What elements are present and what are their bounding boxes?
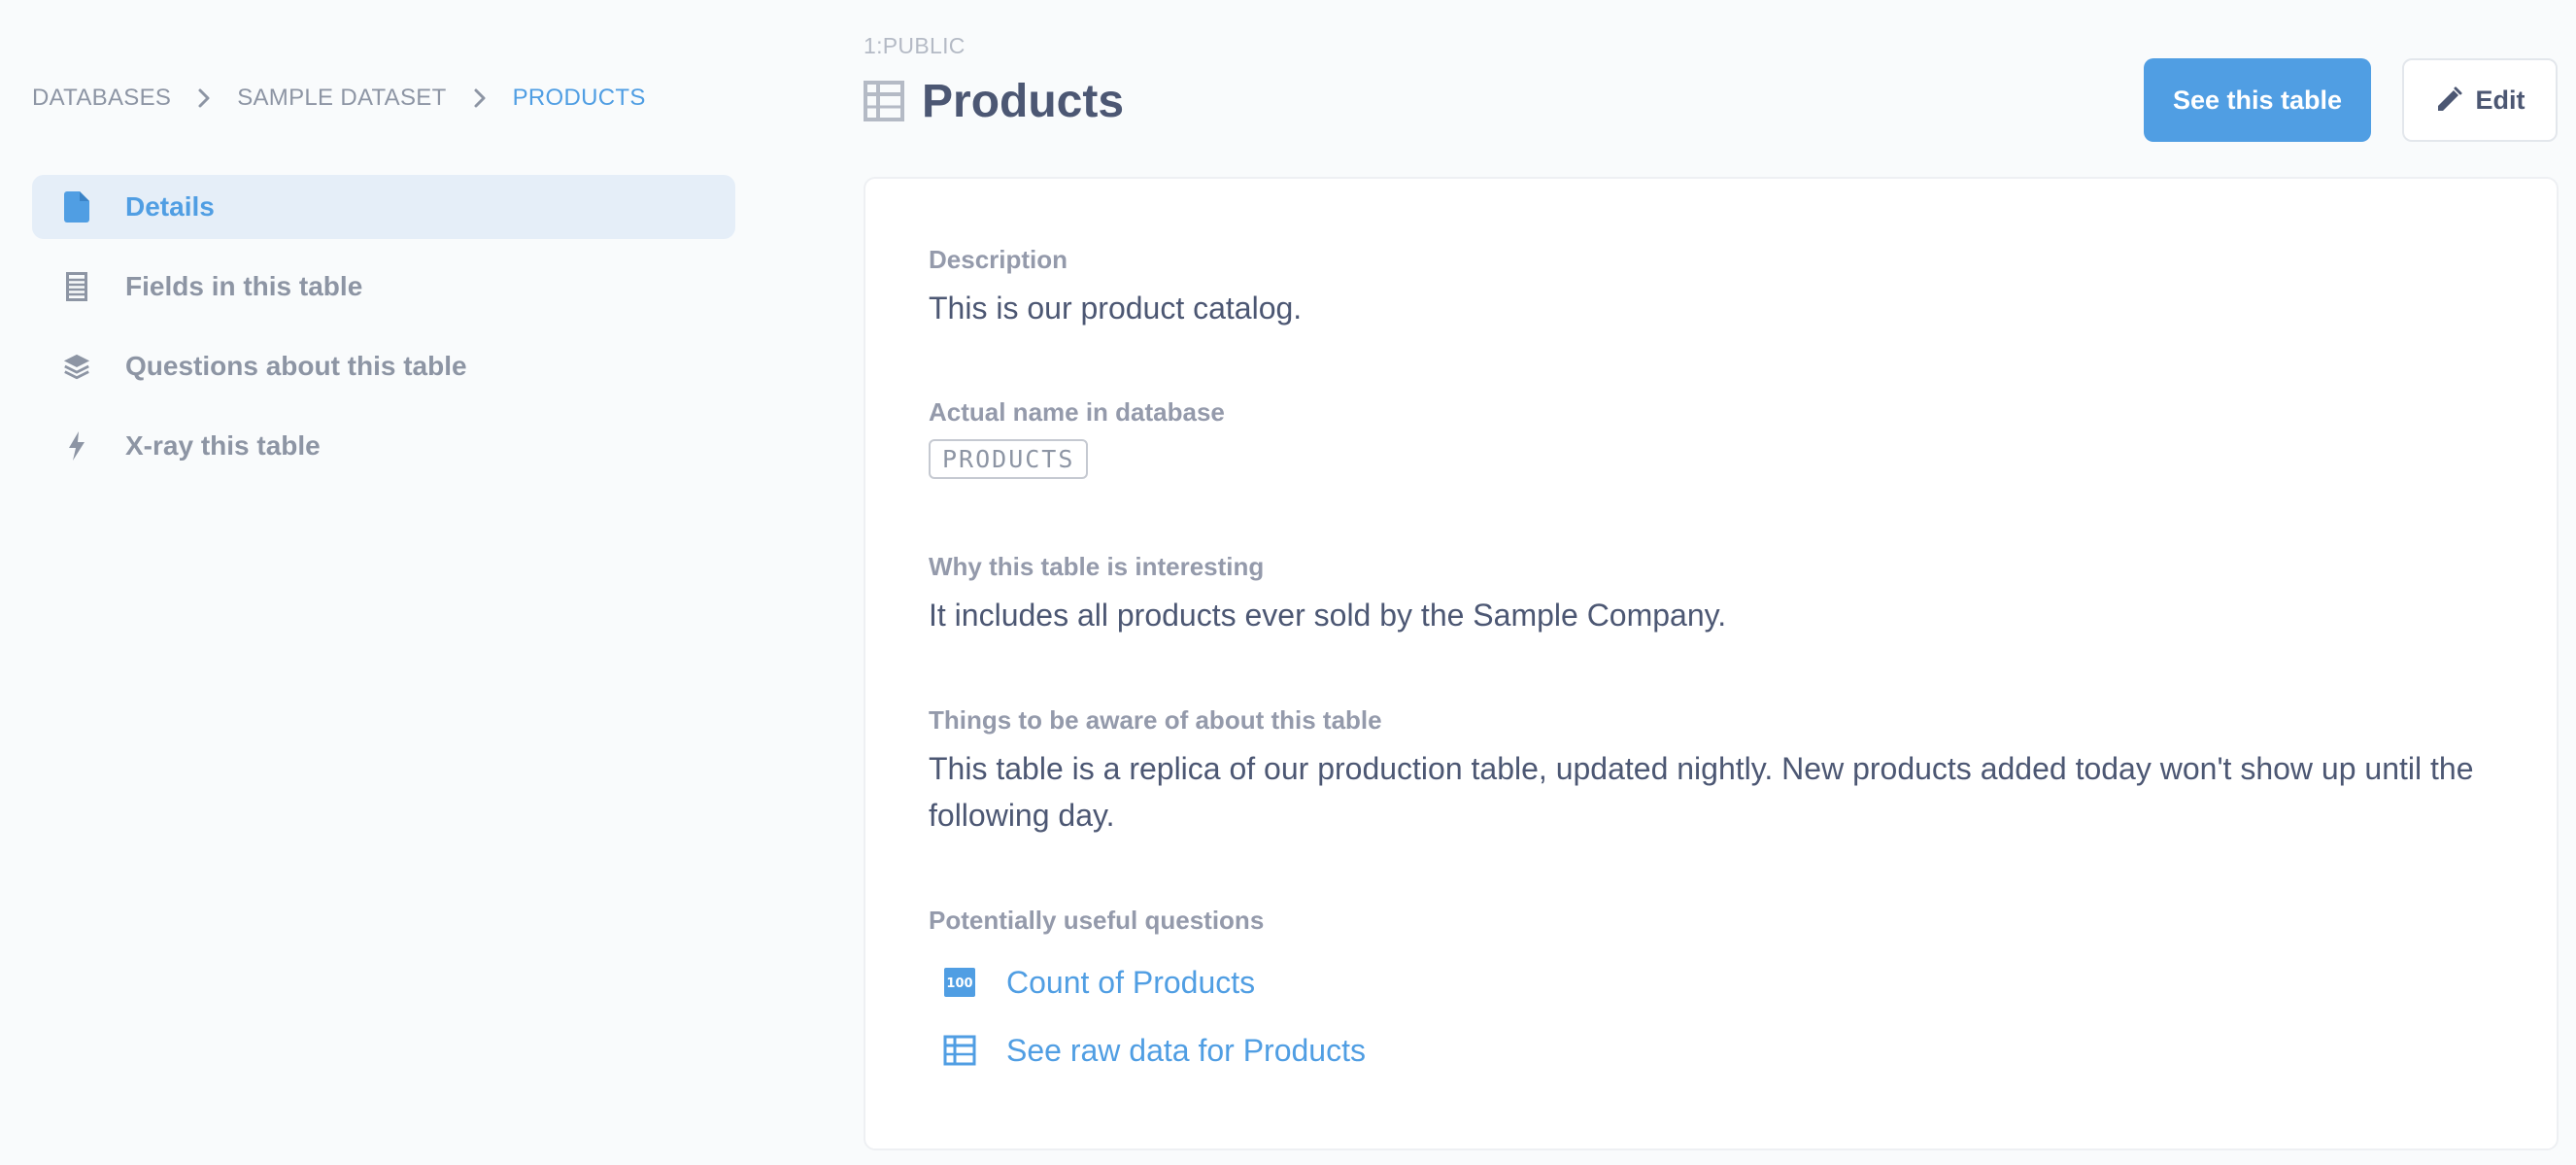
description-text: This is our product catalog. [929,291,1303,326]
sidebar-item-questions[interactable]: Questions about this table [32,334,735,398]
description-label: Description [929,245,1068,274]
caveats-section: Things to be aware of about this table T… [929,705,2483,839]
sidebar-item-details[interactable]: Details [32,175,735,239]
details-card: Description This is our product catalog.… [864,177,2559,1150]
interesting-label: Why this table is interesting [929,552,1265,581]
pencil-icon [2435,86,2462,114]
number-100-icon: 100 [942,965,977,1000]
edit-button[interactable]: Edit [2402,58,2558,142]
page-header: Products [864,74,1124,128]
breadcrumb-sample-dataset[interactable]: SAMPLE DATASET [237,85,446,112]
caveats-text: This table is a replica of our productio… [929,751,2474,833]
layers-icon [62,352,91,381]
interesting-section: Why this table is interesting It include… [929,552,1726,638]
sidebar-item-label: Details [125,191,215,222]
question-link-count[interactable]: 100 Count of Products [929,961,1366,1004]
interesting-text: It includes all products ever sold by th… [929,598,1727,633]
sidebar-nav: Details Fields in this table Questions a… [32,175,735,494]
sidebar-item-label: X-ray this table [125,430,321,461]
actual-name-label: Actual name in database [929,397,1225,427]
chevron-right-icon [466,85,493,112]
bolt-icon [62,431,91,461]
see-this-table-label: See this table [2172,85,2343,115]
sidebar-item-xray[interactable]: X-ray this table [32,414,735,478]
question-link-raw-data[interactable]: See raw data for Products [929,1029,1366,1072]
document-icon [62,191,91,223]
question-label: See raw data for Products [1006,1032,1366,1068]
description-section: Description This is our product catalog. [929,245,1302,331]
sidebar-item-label: Fields in this table [125,271,363,301]
schema-label: 1:PUBLIC [864,33,966,58]
see-this-table-button[interactable]: See this table [2144,58,2371,142]
useful-questions-label: Potentially useful questions [929,906,1265,935]
breadcrumb-products: PRODUCTS [512,85,646,111]
table-icon [942,1033,977,1068]
svg-text:100: 100 [946,977,972,991]
useful-questions-section: Potentially useful questions 100 Count o… [929,906,1366,1072]
list-icon [62,272,91,301]
edit-label: Edit [2475,85,2525,115]
sidebar-item-fields[interactable]: Fields in this table [32,255,735,319]
page-title: Products [922,75,1125,127]
question-label: Count of Products [1006,964,1256,1000]
chevron-right-icon [190,85,218,112]
breadcrumb: DATABASES SAMPLE DATASET PRODUCTS [32,84,646,113]
actual-name-section: Actual name in database PRODUCTS [929,397,1225,479]
caveats-label: Things to be aware of about this table [929,705,1382,735]
sidebar-item-label: Questions about this table [125,351,467,381]
actual-name-value: PRODUCTS [929,439,1089,479]
breadcrumb-databases[interactable]: DATABASES [32,85,171,112]
table-icon [864,81,904,121]
